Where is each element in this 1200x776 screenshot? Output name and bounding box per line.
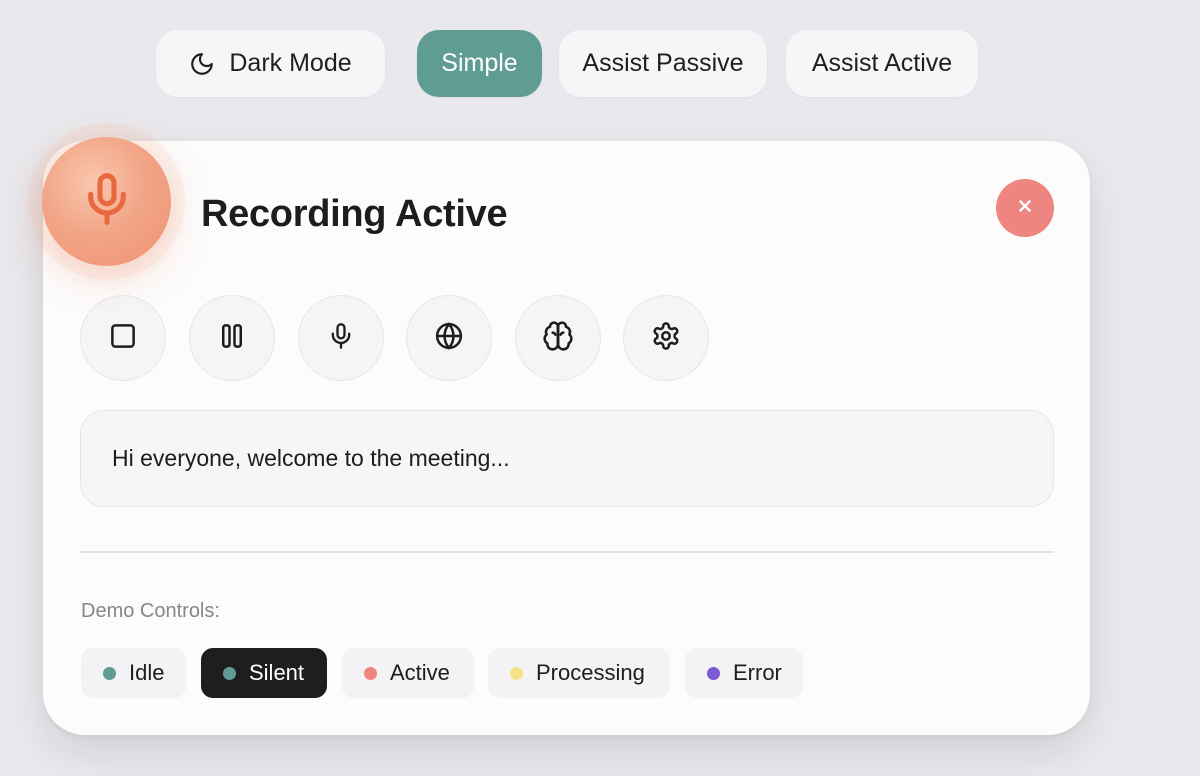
demo-processing-button[interactable]: Processing	[488, 648, 670, 698]
pause-icon	[217, 321, 247, 356]
status-dot	[103, 666, 116, 680]
stop-icon	[108, 321, 138, 356]
brain-icon	[542, 320, 574, 357]
demo-silent-label: Silent	[249, 660, 305, 685]
close-icon	[1014, 195, 1036, 222]
recording-status-orb	[42, 137, 171, 266]
demo-idle-button[interactable]: Idle	[81, 648, 186, 698]
mode-simple-label: Simple	[441, 49, 518, 77]
transcript-box: Hi everyone, welcome to the meeting...	[80, 410, 1054, 507]
mic-icon	[79, 168, 135, 235]
demo-active-label: Active	[390, 660, 450, 685]
mode-assist-active-label: Assist Active	[811, 49, 953, 77]
status-dot	[707, 666, 720, 680]
divider	[80, 551, 1054, 553]
globe-icon	[434, 321, 464, 356]
mode-assist-passive-label: Assist Passive	[582, 49, 744, 77]
mode-simple-button[interactable]: Simple	[417, 30, 542, 97]
settings-button[interactable]	[623, 295, 709, 381]
dark-mode-label: Dark Mode	[229, 49, 352, 77]
demo-error-label: Error	[733, 660, 782, 685]
stop-button[interactable]	[80, 295, 166, 381]
status-dot	[364, 666, 377, 680]
mode-assist-active-button[interactable]: Assist Active	[786, 30, 978, 97]
ai-button[interactable]	[515, 295, 601, 381]
mic-button[interactable]	[298, 295, 384, 381]
dark-mode-button[interactable]: Dark Mode	[156, 30, 385, 97]
demo-processing-label: Processing	[536, 660, 645, 685]
transcript-text: Hi everyone, welcome to the meeting...	[112, 445, 510, 471]
status-dot	[510, 666, 523, 680]
demo-silent-button[interactable]: Silent	[201, 648, 327, 698]
demo-error-button[interactable]: Error	[685, 648, 803, 698]
demo-controls-label: Demo Controls:	[81, 600, 220, 622]
mode-assist-passive-button[interactable]: Assist Passive	[559, 30, 767, 97]
status-dot	[223, 666, 236, 680]
demo-idle-label: Idle	[129, 660, 165, 685]
moon-icon	[189, 51, 215, 77]
close-button[interactable]	[996, 179, 1054, 237]
language-button[interactable]	[406, 295, 492, 381]
demo-active-button[interactable]: Active	[342, 648, 474, 698]
pause-button[interactable]	[189, 295, 275, 381]
app-stage: Dark Mode Simple Assist Passive Assist A…	[0, 0, 1200, 776]
recording-title: Recording Active	[201, 193, 508, 235]
settings-icon	[651, 321, 681, 356]
mic-icon	[327, 321, 355, 356]
